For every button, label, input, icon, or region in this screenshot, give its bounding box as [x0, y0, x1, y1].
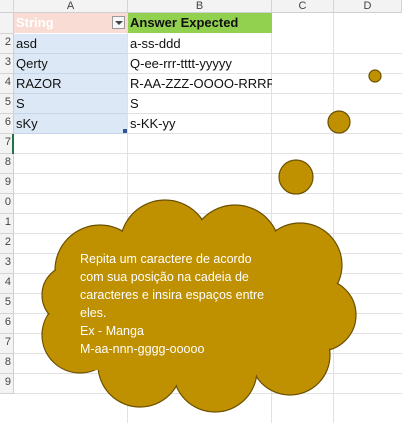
bubble-dot-small: [368, 69, 382, 83]
callout-text: Repita um caractere de acordo com sua po…: [80, 250, 305, 358]
callout-line: Ex - Manga: [80, 324, 144, 338]
callout-line: com sua posição na cadeia de: [80, 270, 249, 284]
bubble-dot-medium: [327, 110, 351, 134]
spreadsheet-grid[interactable]: A B C D 234567890123456789 String Answer…: [0, 0, 402, 423]
callout-line: eles.: [80, 306, 107, 320]
callout-line: M-aa-nnn-gggg-ooooo: [80, 342, 205, 356]
thought-bubble-callout[interactable]: [0, 0, 402, 423]
callout-line: caracteres e insira espaços entre: [80, 288, 265, 302]
callout-line: Repita um caractere de acordo: [80, 252, 252, 266]
bubble-dot-large: [278, 159, 314, 195]
